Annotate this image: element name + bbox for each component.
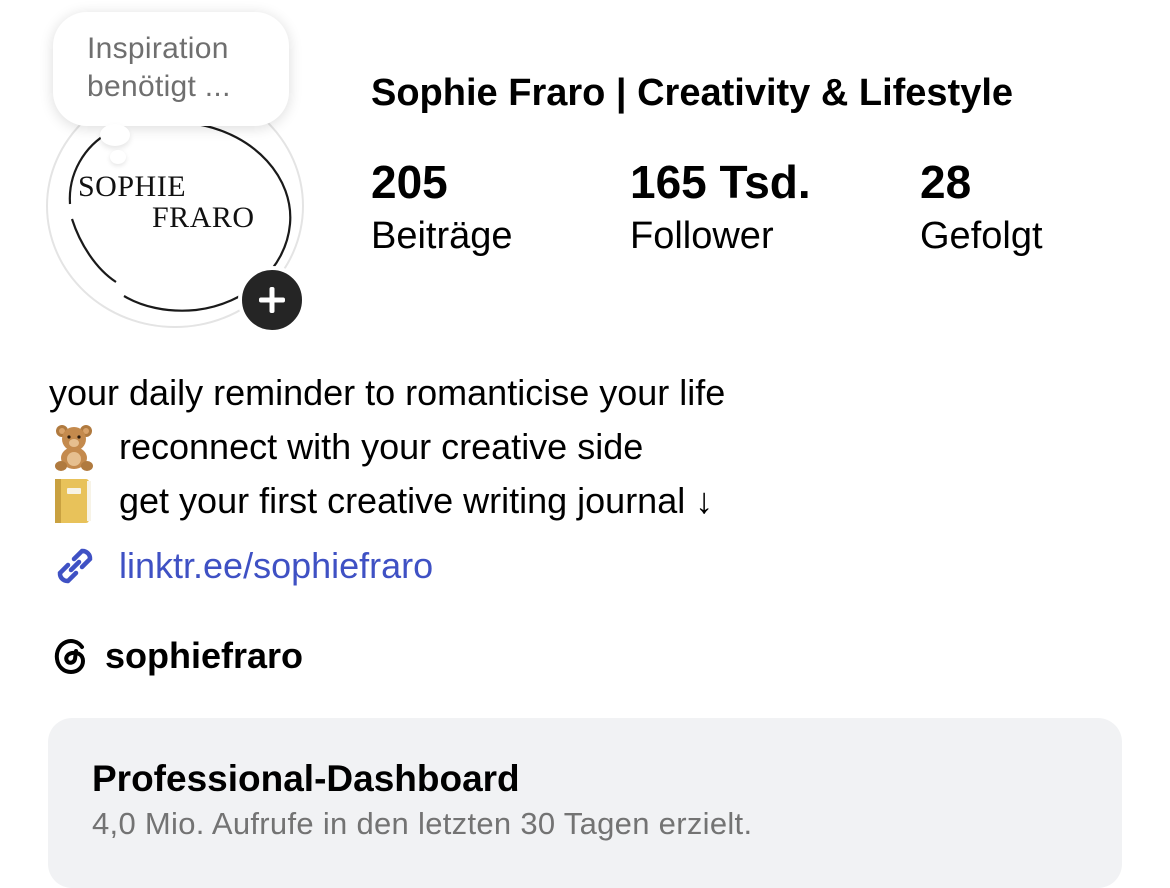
- threads-profile-link[interactable]: sophiefraro: [49, 634, 303, 678]
- threads-icon: [49, 634, 105, 678]
- stat-following[interactable]: 28 Gefolgt: [920, 156, 1043, 264]
- avatar-logo-line2: FRARO: [152, 201, 255, 234]
- profile-bio: your daily reminder to romanticise your …: [49, 366, 725, 528]
- stat-followers-label: Follower: [630, 215, 774, 257]
- threads-handle: sophiefraro: [105, 635, 304, 676]
- stat-followers-value: 165 Tsd.: [630, 156, 811, 208]
- note-bubble-tail-small: [110, 150, 126, 164]
- professional-dashboard-card[interactable]: Professional-Dashboard 4,0 Mio. Aufrufe …: [48, 718, 1122, 888]
- link-icon: [49, 540, 119, 592]
- plus-icon: [259, 287, 285, 313]
- bio-line-text: your daily reminder to romanticise your …: [49, 372, 726, 413]
- profile-note-text: Inspiration benötigt ...: [87, 32, 231, 103]
- profile-note-bubble[interactable]: Inspiration benötigt ...: [53, 12, 289, 126]
- stat-posts-label: Beiträge: [371, 215, 513, 257]
- notebook-icon: [49, 476, 119, 526]
- add-story-button[interactable]: [238, 266, 306, 334]
- dashboard-subtitle: 4,0 Mio. Aufrufe in den letzten 30 Tagen…: [92, 806, 753, 841]
- profile-link-text[interactable]: linktr.ee/sophiefraro: [119, 545, 433, 587]
- stat-posts-value: 205: [371, 156, 448, 208]
- teddy-bear-icon: [49, 422, 119, 472]
- profile-display-name: Sophie Fraro | Creativity & Lifestyle: [371, 72, 1014, 114]
- bio-line: your daily reminder to romanticise your …: [49, 366, 725, 420]
- bio-line-text: get your first creative writing journal …: [119, 480, 714, 521]
- stat-following-value: 28: [920, 156, 972, 208]
- note-bubble-tail: [100, 124, 130, 146]
- stat-followers[interactable]: 165 Tsd. Follower: [630, 156, 811, 264]
- bio-line: reconnect with your creative side: [49, 420, 725, 474]
- profile-link[interactable]: linktr.ee/sophiefraro: [49, 540, 433, 592]
- avatar-logo-line1: SOPHIE: [78, 170, 186, 203]
- dashboard-title: Professional-Dashboard: [92, 758, 520, 799]
- stat-following-label: Gefolgt: [920, 215, 1043, 257]
- bio-line: get your first creative writing journal …: [49, 474, 725, 528]
- stat-posts[interactable]: 205 Beiträge: [371, 156, 513, 264]
- bio-line-text: reconnect with your creative side: [119, 426, 644, 467]
